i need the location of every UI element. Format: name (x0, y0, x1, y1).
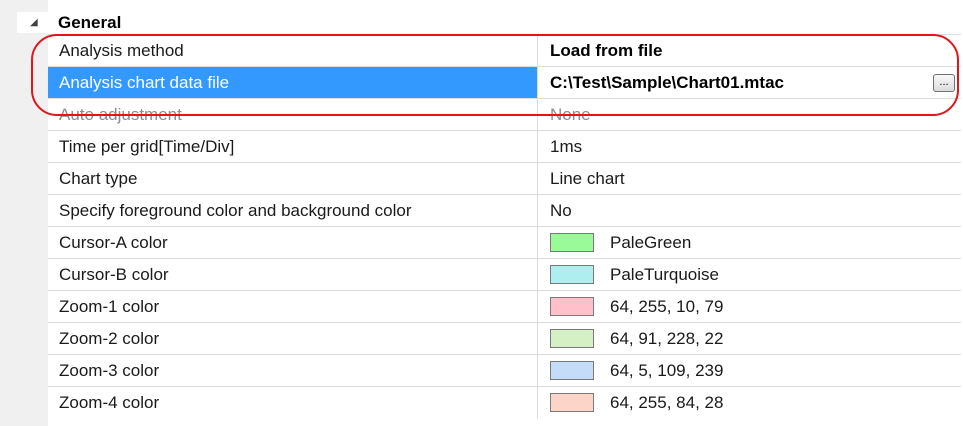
color-swatch (550, 297, 594, 316)
property-value-container[interactable]: 64, 91, 228, 22 (538, 323, 961, 354)
property-value[interactable]: 64, 91, 228, 22 (610, 329, 723, 349)
property-grid-left-rail (0, 0, 48, 426)
property-value[interactable]: 64, 5, 109, 239 (610, 361, 723, 381)
property-row-cursor-b-color[interactable]: Cursor-B color PaleTurquoise (48, 258, 961, 290)
property-row-zoom-4-color[interactable]: Zoom-4 color 64, 255, 84, 28 (48, 386, 961, 418)
property-grid: ◢ General Analysis method Load from file… (0, 0, 963, 426)
property-value[interactable]: PaleTurquoise (610, 265, 719, 285)
property-row-cursor-a-color[interactable]: Cursor-A color PaleGreen (48, 226, 961, 258)
property-value[interactable]: Line chart (538, 163, 961, 194)
property-name: Specify foreground color and background … (48, 195, 538, 226)
property-row-chart-type[interactable]: Chart type Line chart (48, 162, 961, 194)
property-row-analysis-method[interactable]: Analysis method Load from file (48, 34, 961, 66)
property-row-zoom-2-color[interactable]: Zoom-2 color 64, 91, 228, 22 (48, 322, 961, 354)
property-name: Chart type (48, 163, 538, 194)
collapse-triangle-icon[interactable]: ◢ (30, 17, 44, 28)
property-value-container[interactable]: 64, 255, 84, 28 (538, 387, 961, 418)
browse-button[interactable]: ... (933, 74, 955, 92)
property-value[interactable]: 64, 255, 10, 79 (610, 297, 723, 317)
property-value-container[interactable]: PaleTurquoise (538, 259, 961, 290)
property-value-container[interactable]: 64, 5, 109, 239 (538, 355, 961, 386)
property-value-container[interactable]: PaleGreen (538, 227, 961, 258)
property-row-zoom-3-color[interactable]: Zoom-3 color 64, 5, 109, 239 (48, 354, 961, 386)
color-swatch (550, 329, 594, 348)
property-row-zoom-1-color[interactable]: Zoom-1 color 64, 255, 10, 79 (48, 290, 961, 322)
property-value[interactable]: 1ms (538, 131, 961, 162)
color-swatch (550, 393, 594, 412)
color-swatch (550, 361, 594, 380)
category-general[interactable]: ◢ General (17, 12, 961, 33)
color-swatch (550, 233, 594, 252)
property-name: Analysis chart data file (48, 67, 538, 98)
category-label: General (58, 12, 122, 32)
property-name: Time per grid[Time/Div] (48, 131, 538, 162)
property-name: Zoom-3 color (48, 355, 538, 386)
property-row-analysis-chart-data-file[interactable]: Analysis chart data file C:\Test\Sample\… (48, 66, 961, 98)
property-row-specify-fg-bg-color[interactable]: Specify foreground color and background … (48, 194, 961, 226)
property-name: Zoom-1 color (48, 291, 538, 322)
property-name: Cursor-B color (48, 259, 538, 290)
property-row-time-per-grid[interactable]: Time per grid[Time/Div] 1ms (48, 130, 961, 162)
property-value-container[interactable]: C:\Test\Sample\Chart01.mtac ... (538, 67, 961, 98)
property-row-auto-adjustment[interactable]: Auto adjustment None (48, 98, 961, 130)
property-value[interactable]: PaleGreen (610, 233, 691, 253)
property-value[interactable]: Load from file (538, 35, 961, 66)
color-swatch (550, 265, 594, 284)
property-name: Auto adjustment (48, 99, 538, 130)
property-name: Analysis method (48, 35, 538, 66)
property-value[interactable]: C:\Test\Sample\Chart01.mtac (550, 73, 784, 93)
property-name: Zoom-2 color (48, 323, 538, 354)
property-name: Cursor-A color (48, 227, 538, 258)
property-value: None (550, 104, 591, 124)
property-value-container[interactable]: 64, 255, 10, 79 (538, 291, 961, 322)
property-value[interactable]: No (538, 195, 961, 226)
property-value[interactable]: 64, 255, 84, 28 (610, 393, 723, 413)
property-name: Zoom-4 color (48, 387, 538, 418)
